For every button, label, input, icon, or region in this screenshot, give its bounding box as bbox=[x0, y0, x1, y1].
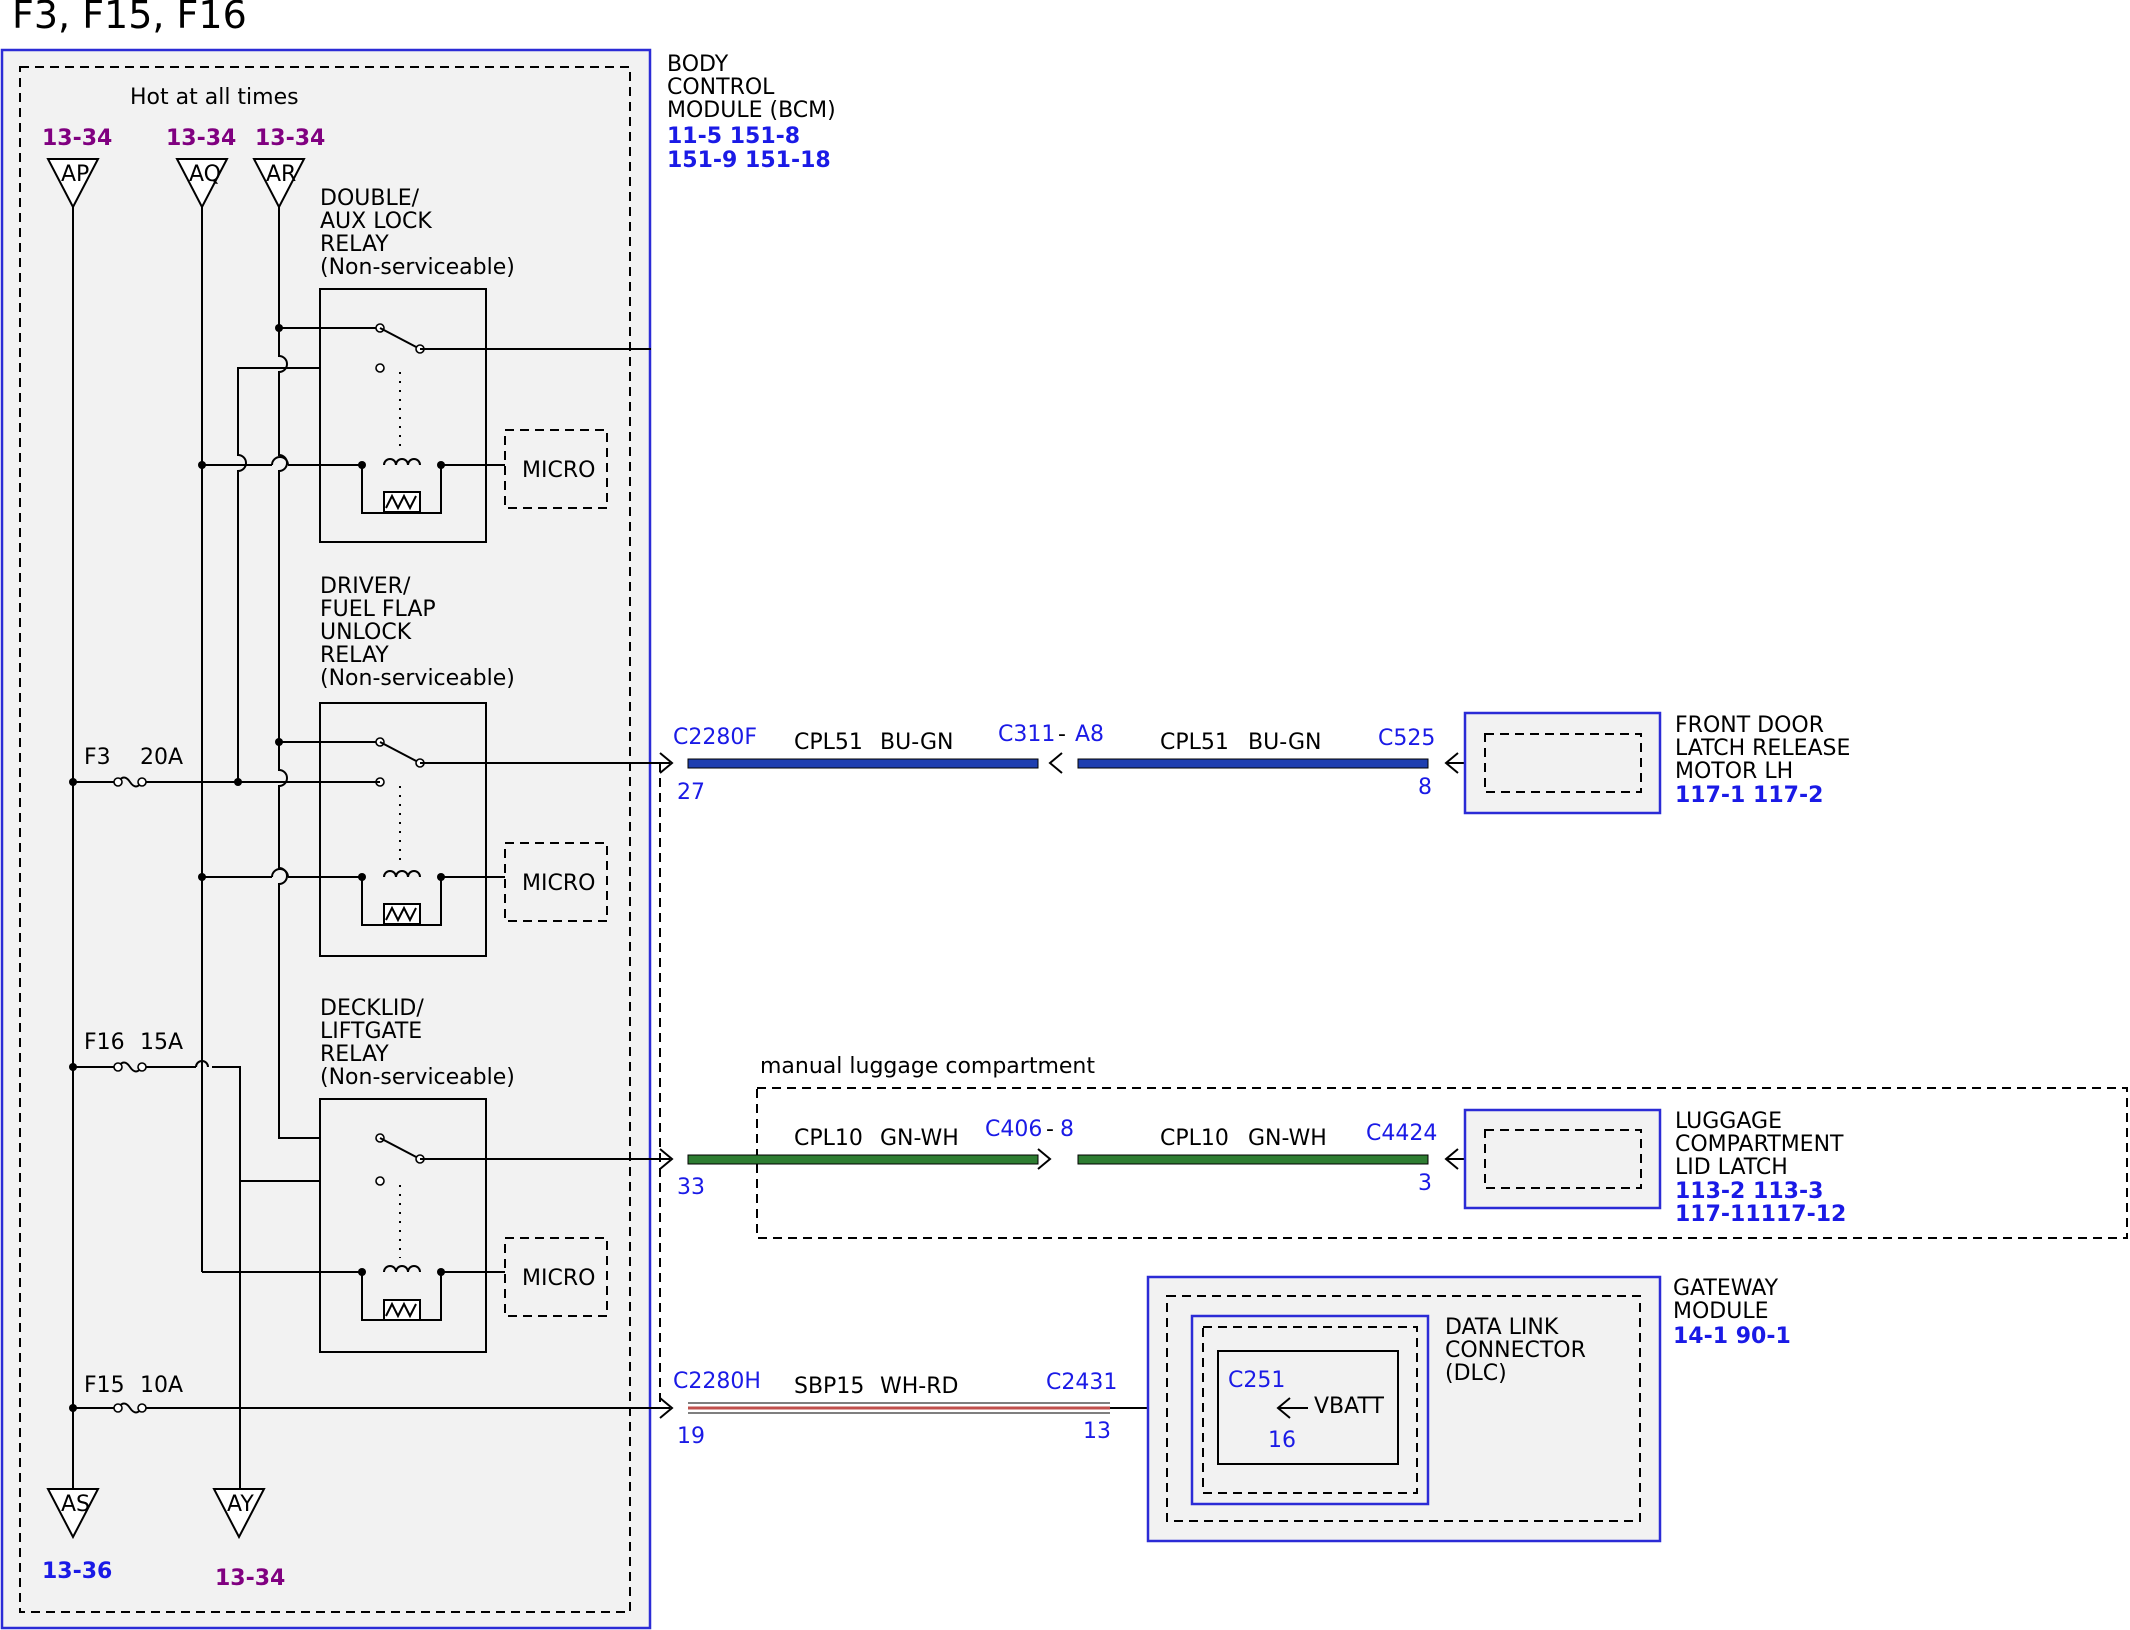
conn-c2280f-label[interactable]: C2280F bbox=[673, 725, 757, 750]
hot-at-all-times-label: Hot at all times bbox=[130, 85, 299, 110]
feed-ref-as[interactable]: 13-36 bbox=[42, 1559, 112, 1584]
front-door-line-1: FRONT DOOR bbox=[1675, 713, 1824, 738]
relay1-line-2: AUX LOCK bbox=[320, 209, 432, 234]
fuse-f16-name: F16 bbox=[84, 1030, 125, 1055]
relay3-line-2: LIFTGATE bbox=[320, 1019, 422, 1044]
luggage-latch-line-1: LUGGAGE bbox=[1675, 1109, 1782, 1134]
front-door-line-2: LATCH RELEASE bbox=[1675, 736, 1850, 761]
pin-ar-label: AR bbox=[266, 162, 296, 187]
svg-text:-: - bbox=[1046, 1117, 1054, 1142]
gateway-refs[interactable]: 14-1 90-1 bbox=[1673, 1324, 1791, 1349]
relay3-line-1: DECKLID/ bbox=[320, 996, 424, 1021]
conn-c2431-pin: 13 bbox=[1083, 1419, 1111, 1444]
conn-c251-pin: 16 bbox=[1268, 1428, 1296, 1453]
fuse-f15-name: F15 bbox=[84, 1373, 125, 1398]
conn-c251-label[interactable]: C251 bbox=[1228, 1368, 1285, 1393]
conn-c4424-label[interactable]: C4424 bbox=[1366, 1121, 1437, 1146]
conn-c311-pin: A8 bbox=[1075, 722, 1104, 747]
conn-c2280-pin-33: 33 bbox=[677, 1175, 705, 1200]
circuit-cpl10: 33 CPL10 GN-WH C406 - 8 CPL10 GN-WH C442… bbox=[659, 1117, 1485, 1200]
feed-ref-aq[interactable]: 13-34 bbox=[166, 126, 236, 151]
pin-aq-label: AQ bbox=[189, 162, 221, 187]
fuse-f15-rating: 10A bbox=[140, 1373, 183, 1398]
conn-c4424-pin: 3 bbox=[1418, 1171, 1432, 1196]
fuse-f16-rating: 15A bbox=[140, 1030, 183, 1055]
conn-c2280f-pin: 27 bbox=[677, 780, 705, 805]
circuit-cpl51: C2280F 27 CPL51 BU-GN C311 - A8 CPL51 BU… bbox=[659, 722, 1485, 805]
pin-ay-label: AY bbox=[227, 1492, 254, 1517]
gateway-line-1: GATEWAY bbox=[1673, 1276, 1779, 1301]
pin-ap-label: AP bbox=[61, 162, 89, 187]
conn-c525-label[interactable]: C525 bbox=[1378, 726, 1435, 751]
relay2-line-5: (Non-serviceable) bbox=[320, 666, 515, 691]
feed-ref-ar[interactable]: 13-34 bbox=[255, 126, 325, 151]
relay2-line-3: UNLOCK bbox=[320, 620, 412, 645]
relay2-line-2: FUEL FLAP bbox=[320, 597, 436, 622]
dlc-line-1: DATA LINK bbox=[1445, 1315, 1559, 1340]
svg-text:-: - bbox=[1058, 722, 1066, 747]
feed-ref-ay[interactable]: 13-34 bbox=[215, 1566, 285, 1591]
wire-cpl10-color-left: GN-WH bbox=[880, 1126, 959, 1151]
pin-as-label: AS bbox=[61, 1492, 90, 1517]
conn-c406-label[interactable]: C406 bbox=[985, 1117, 1042, 1142]
luggage-latch-ref-2[interactable]: 117-11117-12 bbox=[1675, 1202, 1846, 1227]
conn-c311-label[interactable]: C311 bbox=[998, 722, 1055, 747]
conn-c2431-label[interactable]: C2431 bbox=[1046, 1370, 1117, 1395]
relay1-micro-label: MICRO bbox=[522, 458, 595, 483]
relay2-micro-label: MICRO bbox=[522, 871, 595, 896]
wire-cpl51-circuit-right: CPL51 bbox=[1160, 730, 1229, 755]
wire-cpl10-circuit-left: CPL10 bbox=[794, 1126, 863, 1151]
relay3-micro-label: MICRO bbox=[522, 1266, 595, 1291]
front-door-refs[interactable]: 117-1 117-2 bbox=[1675, 783, 1823, 808]
relay3-line-4: (Non-serviceable) bbox=[320, 1065, 515, 1090]
wire-cpl51-circuit-left: CPL51 bbox=[794, 730, 863, 755]
wire-cpl10-circuit-right: CPL10 bbox=[1160, 1126, 1229, 1151]
fuse-f3-rating: 20A bbox=[140, 745, 183, 770]
dlc-line-3: (DLC) bbox=[1445, 1361, 1507, 1386]
conn-c2280h-pin: 19 bbox=[677, 1424, 705, 1449]
relay2-line-4: RELAY bbox=[320, 643, 389, 668]
bcm-line-3: MODULE (BCM) bbox=[667, 98, 836, 123]
luggage-area-label: manual luggage compartment bbox=[760, 1054, 1095, 1079]
gateway-module: C251 16 VBATT DATA LINK CONNECTOR (DLC) … bbox=[1146, 1275, 1791, 1543]
wire-sbp15-circuit: SBP15 bbox=[794, 1374, 864, 1399]
vbatt-label: VBATT bbox=[1314, 1394, 1385, 1419]
bcm-label: BODY CONTROL MODULE (BCM) 11-5 151-8 151… bbox=[667, 52, 836, 173]
bcm-ref-2[interactable]: 151-9 151-18 bbox=[667, 148, 831, 173]
dlc-line-2: CONNECTOR bbox=[1445, 1338, 1586, 1363]
luggage-latch-line-3: LID LATCH bbox=[1675, 1155, 1788, 1180]
conn-c406-pin: 8 bbox=[1060, 1117, 1074, 1142]
conn-c2280h-label[interactable]: C2280H bbox=[673, 1369, 761, 1394]
fuse-f3-name: F3 bbox=[84, 745, 111, 770]
gateway-line-2: MODULE bbox=[1673, 1299, 1769, 1324]
luggage-latch-line-2: COMPARTMENT bbox=[1675, 1132, 1844, 1157]
wire-cpl51-color-left: BU-GN bbox=[880, 730, 953, 755]
wire-cpl51-color-right: BU-GN bbox=[1248, 730, 1321, 755]
relay3-line-3: RELAY bbox=[320, 1042, 389, 1067]
relay1-line-4: (Non-serviceable) bbox=[320, 255, 515, 280]
relay2-line-1: DRIVER/ bbox=[320, 574, 411, 599]
bcm-line-1: BODY bbox=[667, 52, 729, 77]
bcm-line-2: CONTROL bbox=[667, 75, 775, 100]
feed-ref-ap[interactable]: 13-34 bbox=[42, 126, 112, 151]
page-title: F3, F15, F16 bbox=[12, 0, 247, 37]
luggage-lid-latch: LUGGAGE COMPARTMENT LID LATCH 113-2 113-… bbox=[1463, 1108, 1846, 1227]
relay1-line-1: DOUBLE/ bbox=[320, 186, 420, 211]
luggage-latch-ref-1[interactable]: 113-2 113-3 bbox=[1675, 1179, 1823, 1204]
wire-cpl10-color-right: GN-WH bbox=[1248, 1126, 1327, 1151]
conn-c525-pin: 8 bbox=[1418, 775, 1432, 800]
front-door-latch-motor: FRONT DOOR LATCH RELEASE MOTOR LH 117-1 … bbox=[1463, 711, 1850, 815]
bcm-ref-1[interactable]: 11-5 151-8 bbox=[667, 124, 800, 149]
wire-sbp15-color: WH-RD bbox=[880, 1374, 958, 1399]
front-door-line-3: MOTOR LH bbox=[1675, 759, 1793, 784]
relay1-line-3: RELAY bbox=[320, 232, 389, 257]
wiring-diagram: F3, F15, F16 Hot at all times BODY CONTR… bbox=[0, 0, 2128, 1630]
